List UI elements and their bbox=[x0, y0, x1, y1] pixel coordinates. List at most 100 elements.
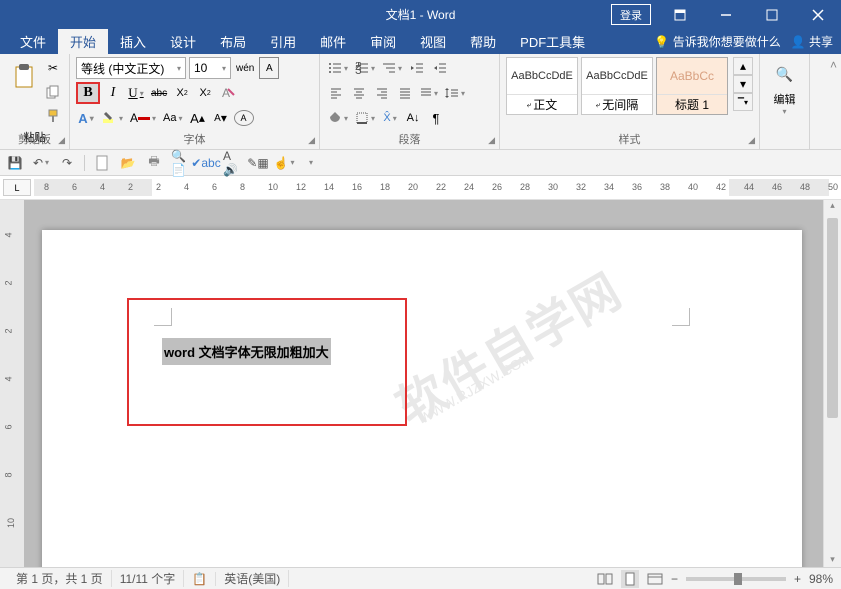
align-left-icon[interactable] bbox=[326, 82, 346, 104]
page[interactable]: 软件自学网 WWW.RJZXW.COM word 文档字体无限加粗加大 bbox=[42, 230, 802, 567]
superscript-button[interactable]: X2 bbox=[195, 82, 215, 104]
paragraph-launcher[interactable]: ◢ bbox=[488, 135, 495, 146]
page-number[interactable]: 第 1 页，共 1 页 bbox=[8, 570, 112, 587]
bold-button[interactable]: B bbox=[76, 82, 100, 104]
readaloud-icon[interactable]: A🔊 bbox=[223, 154, 241, 172]
subscript-button[interactable]: X2 bbox=[172, 82, 192, 104]
vertical-ruler[interactable]: 42246810 bbox=[0, 200, 24, 567]
zoom-in-icon[interactable]: + bbox=[794, 572, 801, 586]
character-border-icon[interactable]: A bbox=[259, 57, 279, 79]
change-case-icon[interactable]: Aa▾ bbox=[161, 107, 184, 129]
underline-button[interactable]: U▾ bbox=[126, 82, 146, 104]
horizontal-ruler[interactable]: 8642246810121416182022242628303234363840… bbox=[34, 179, 829, 196]
tab-insert[interactable]: 插入 bbox=[108, 29, 158, 54]
copy-icon[interactable] bbox=[43, 81, 63, 103]
preview-icon[interactable]: 🔍📄 bbox=[171, 154, 189, 172]
save-icon[interactable]: 💾 bbox=[6, 154, 24, 172]
redo-icon[interactable]: ↷ bbox=[58, 154, 76, 172]
font-size-combo[interactable]: 10▾ bbox=[189, 57, 231, 79]
find-icon[interactable]: 🔍 bbox=[774, 63, 795, 85]
increase-indent-icon[interactable] bbox=[430, 57, 450, 79]
justify-icon[interactable] bbox=[395, 82, 415, 104]
numbering-icon[interactable]: 123▾ bbox=[353, 57, 377, 79]
multilevel-list-icon[interactable]: ▾ bbox=[380, 57, 404, 79]
align-center-icon[interactable] bbox=[349, 82, 369, 104]
collapse-ribbon-icon[interactable]: ˄ bbox=[826, 54, 841, 149]
editing-label[interactable]: 编辑 bbox=[766, 91, 803, 107]
distributed-icon[interactable]: ▾ bbox=[418, 82, 440, 104]
new-icon[interactable] bbox=[93, 154, 111, 172]
style-normal[interactable]: AaBbCcDdE ⤶正文 bbox=[506, 57, 578, 115]
highlight-icon[interactable]: ▾ bbox=[99, 107, 125, 129]
show-marks-icon[interactable]: ¶ bbox=[426, 107, 446, 129]
asian-layout-icon[interactable]: X̂▾ bbox=[380, 107, 400, 129]
tab-pdf[interactable]: PDF工具集 bbox=[508, 29, 597, 54]
shading-icon[interactable]: ▾ bbox=[326, 107, 350, 129]
tab-help[interactable]: 帮助 bbox=[458, 29, 508, 54]
print-layout-icon[interactable] bbox=[621, 570, 639, 588]
font-color-icon[interactable]: A▾ bbox=[128, 107, 158, 129]
undo-icon[interactable]: ↶▾ bbox=[32, 154, 50, 172]
tab-file[interactable]: 文件 bbox=[8, 29, 58, 54]
text-effects-icon[interactable]: A▾ bbox=[76, 107, 96, 129]
sort-icon[interactable]: A↓ bbox=[403, 107, 423, 129]
vertical-scrollbar[interactable]: ▴ ▾ bbox=[823, 200, 841, 567]
ribbon-display-icon[interactable] bbox=[657, 0, 703, 29]
tab-home[interactable]: 开始 bbox=[58, 29, 108, 54]
tab-references[interactable]: 引用 bbox=[258, 29, 308, 54]
tab-view[interactable]: 视图 bbox=[408, 29, 458, 54]
tab-mailings[interactable]: 邮件 bbox=[308, 29, 358, 54]
zoom-slider[interactable] bbox=[686, 577, 786, 581]
selected-text[interactable]: word 文档字体无限加粗加大 bbox=[162, 338, 331, 365]
word-count[interactable]: 11/11 个字 bbox=[112, 570, 185, 587]
web-layout-icon[interactable] bbox=[647, 572, 663, 586]
italic-button[interactable]: I bbox=[103, 82, 123, 104]
phonetic-guide-icon[interactable]: wén bbox=[234, 57, 256, 79]
ribbon-tabs: 文件 开始 插入 设计 布局 引用 邮件 审阅 视图 帮助 PDF工具集 💡 告… bbox=[0, 29, 841, 54]
draw-table-icon[interactable]: ✎▦ bbox=[249, 154, 267, 172]
read-mode-icon[interactable] bbox=[597, 572, 613, 586]
zoom-out-icon[interactable]: − bbox=[671, 572, 678, 586]
quickprint-icon[interactable]: 🖶 bbox=[145, 154, 163, 172]
open-icon[interactable]: 📂 bbox=[119, 154, 137, 172]
tab-review[interactable]: 审阅 bbox=[358, 29, 408, 54]
maximize-icon[interactable] bbox=[749, 0, 795, 29]
tab-layout[interactable]: 布局 bbox=[208, 29, 258, 54]
minimize-icon[interactable] bbox=[703, 0, 749, 29]
language[interactable]: 英语(美国) bbox=[216, 570, 289, 587]
styles-up-icon[interactable]: ▴ bbox=[733, 57, 753, 75]
font-launcher[interactable]: ◢ bbox=[308, 135, 315, 146]
styles-down-icon[interactable]: ▾ bbox=[733, 75, 753, 93]
tell-me[interactable]: 💡 告诉我你想要做什么 bbox=[654, 33, 780, 50]
bullets-icon[interactable]: ▾ bbox=[326, 57, 350, 79]
scrollbar-thumb[interactable] bbox=[827, 218, 838, 418]
touch-mode-icon[interactable]: ☝▾ bbox=[275, 154, 293, 172]
styles-more-icon[interactable]: ▔▾ bbox=[733, 93, 753, 111]
tab-selector[interactable]: L bbox=[3, 179, 31, 196]
font-name-combo[interactable]: 等线 (中文正文)▾ bbox=[76, 57, 186, 79]
clear-formatting-icon[interactable]: A bbox=[218, 82, 238, 104]
paste-button[interactable] bbox=[6, 57, 41, 97]
grow-font-icon[interactable]: A▴ bbox=[188, 107, 208, 129]
close-icon[interactable] bbox=[795, 0, 841, 29]
share-button[interactable]: 👤 共享 bbox=[791, 33, 833, 50]
login-button[interactable]: 登录 bbox=[611, 4, 651, 25]
proofing-icon[interactable]: 📋 bbox=[184, 572, 216, 586]
style-heading1[interactable]: AaBbCc 标题 1 bbox=[656, 57, 728, 115]
borders-icon[interactable]: ▾ bbox=[353, 107, 377, 129]
align-right-icon[interactable] bbox=[372, 82, 392, 104]
enclose-char-icon[interactable]: A bbox=[234, 110, 254, 126]
style-nospacing[interactable]: AaBbCcDdE ⤶无间隔 bbox=[581, 57, 653, 115]
styles-launcher[interactable]: ◢ bbox=[748, 135, 755, 146]
qat-more-icon[interactable]: ▾ bbox=[301, 154, 319, 172]
spelling-icon[interactable]: ✔abc bbox=[197, 154, 215, 172]
line-spacing-icon[interactable]: ▾ bbox=[443, 82, 467, 104]
zoom-level[interactable]: 98% bbox=[809, 572, 833, 586]
shrink-font-icon[interactable]: A▾ bbox=[211, 107, 231, 129]
clipboard-launcher[interactable]: ◢ bbox=[58, 135, 65, 146]
format-painter-icon[interactable] bbox=[43, 105, 63, 127]
cut-icon[interactable]: ✂ bbox=[43, 57, 63, 79]
tab-design[interactable]: 设计 bbox=[158, 29, 208, 54]
decrease-indent-icon[interactable] bbox=[407, 57, 427, 79]
strikethrough-button[interactable]: abc bbox=[149, 82, 169, 104]
